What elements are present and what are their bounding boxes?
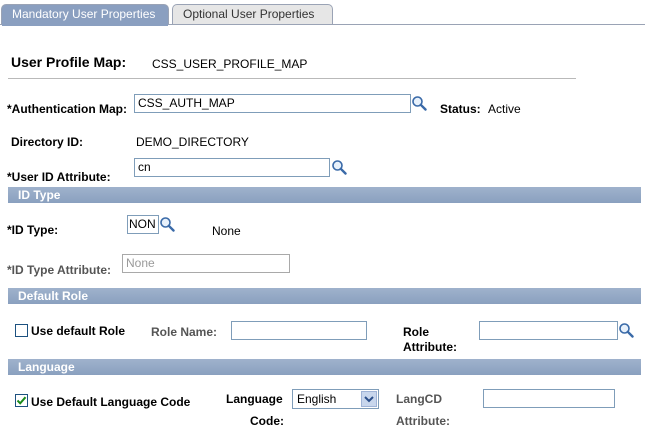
page-title-label: User Profile Map: xyxy=(11,54,127,70)
id-type-label: *ID Type: xyxy=(7,223,59,237)
status-label: Status: xyxy=(440,102,481,116)
language-code-selected: English xyxy=(297,392,337,406)
section-header-language: Language xyxy=(8,359,641,375)
status-value: Active xyxy=(488,102,521,116)
role-name-input[interactable] xyxy=(231,321,367,340)
role-attribute-input[interactable] xyxy=(479,321,618,340)
use-default-language-checkbox[interactable] xyxy=(15,394,28,407)
directory-id-value: DEMO_DIRECTORY xyxy=(136,135,249,149)
checkmark-icon xyxy=(16,396,27,405)
id-type-lookup-icon[interactable] xyxy=(159,216,175,232)
language-code-label-line1: Language xyxy=(226,392,283,406)
role-attribute-lookup-icon[interactable] xyxy=(618,322,634,338)
langcd-attribute-label-line1: LangCD xyxy=(396,392,442,406)
authentication-map-input[interactable]: CSS_AUTH_MAP xyxy=(134,94,411,113)
id-type-attribute-label: *ID Type Attribute: xyxy=(7,263,111,277)
langcd-attribute-label-line2: Attribute: xyxy=(396,414,450,428)
authentication-map-lookup-icon[interactable] xyxy=(411,95,427,111)
user-id-attribute-lookup-icon[interactable] xyxy=(331,159,347,175)
header-separator xyxy=(8,78,576,79)
use-default-language-label: Use Default Language Code xyxy=(31,395,191,409)
role-attribute-label-line1: Role xyxy=(403,325,430,339)
use-default-role-checkbox[interactable] xyxy=(15,324,28,337)
id-type-input[interactable]: NON xyxy=(127,215,159,234)
section-header-default-role: Default Role xyxy=(8,288,641,304)
role-name-label: Role Name: xyxy=(151,325,218,339)
role-attribute-label-line2: Attribute: xyxy=(403,340,457,354)
user-id-attribute-label: *User ID Attribute: xyxy=(7,170,111,184)
user-profile-map-value: CSS_USER_PROFILE_MAP xyxy=(152,57,308,71)
language-code-select[interactable]: English xyxy=(292,389,379,409)
langcd-attribute-input[interactable] xyxy=(483,389,615,408)
tab-optional-user-properties[interactable]: Optional User Properties xyxy=(172,4,333,24)
section-header-id-type: ID Type xyxy=(8,187,641,203)
use-default-role-label: Use default Role xyxy=(31,324,126,338)
chevron-down-icon xyxy=(364,396,374,403)
id-type-attribute-input: None xyxy=(122,254,290,273)
id-type-description: None xyxy=(212,224,241,238)
directory-id-label: Directory ID: xyxy=(11,135,84,149)
tab-active-underline xyxy=(2,24,168,26)
tab-mandatory-user-properties[interactable]: Mandatory User Properties xyxy=(1,4,169,24)
language-code-label-line2: Code: xyxy=(250,414,284,428)
authentication-map-label: *Authentication Map: xyxy=(7,102,127,116)
user-id-attribute-input[interactable]: cn xyxy=(134,158,330,177)
dropdown-button[interactable] xyxy=(361,391,377,407)
